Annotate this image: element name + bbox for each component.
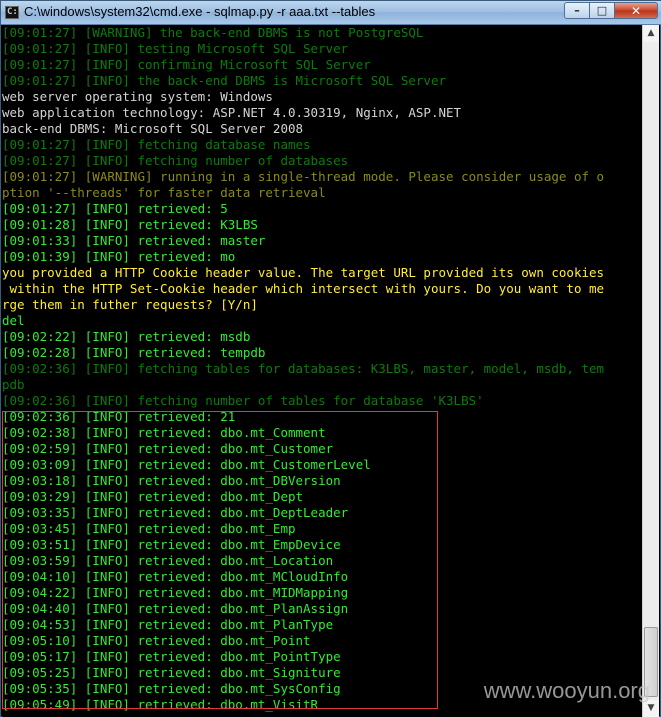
vertical-scrollbar[interactable]: ▲ ▼ bbox=[642, 25, 659, 717]
console-line: [09:04:53] [INFO] retrieved: dbo.mt_Plan… bbox=[2, 617, 334, 632]
console-line: [09:02:28] [INFO] retrieved: tempdb bbox=[2, 345, 266, 360]
cmd-window: C:\ C:\windows\system32\cmd.exe - sqlmap… bbox=[0, 0, 661, 717]
console-line: [09:02:22] [INFO] retrieved: msdb bbox=[2, 329, 251, 344]
console-line: [09:05:10] [INFO] retrieved: dbo.mt_Poin… bbox=[2, 633, 311, 648]
console-output[interactable]: [09:01:27] [WARNING] the back-end DBMS i… bbox=[2, 25, 644, 717]
console-line: [09:01:27] [INFO] retrieved: 5 bbox=[2, 201, 228, 216]
window-title: C:\windows\system32\cmd.exe - sqlmap.py … bbox=[24, 4, 376, 19]
watermark: www.wooyun.org bbox=[483, 678, 650, 703]
close-button[interactable]: ✕ bbox=[615, 2, 658, 19]
console-line: within the HTTP Set-Cookie header which … bbox=[2, 281, 605, 296]
scroll-up-arrow-icon[interactable]: ▲ bbox=[643, 25, 659, 42]
console-line: you provided a HTTP Cookie header value.… bbox=[2, 265, 605, 280]
window-controls: – □ ✕ bbox=[564, 2, 658, 20]
console-line: [09:04:40] [INFO] retrieved: dbo.mt_Plan… bbox=[2, 601, 349, 616]
console-line: [09:05:17] [INFO] retrieved: dbo.mt_Poin… bbox=[2, 649, 341, 664]
console-line: [09:01:27] [WARNING] running in a single… bbox=[2, 169, 605, 184]
console-line: web application technology: ASP.NET 4.0.… bbox=[2, 105, 462, 120]
console-line: [09:03:51] [INFO] retrieved: dbo.mt_EmpD… bbox=[2, 537, 341, 552]
console-line: [09:03:29] [INFO] retrieved: dbo.mt_Dept bbox=[2, 489, 304, 504]
console-line: [09:03:09] [INFO] retrieved: dbo.mt_Cust… bbox=[2, 457, 371, 472]
console-line: [09:01:27] [INFO] fetching number of dat… bbox=[2, 153, 349, 168]
console-line: [09:04:10] [INFO] retrieved: dbo.mt_MClo… bbox=[2, 569, 349, 584]
cmd-app-icon[interactable]: C:\ bbox=[5, 6, 23, 19]
maximize-icon: □ bbox=[596, 4, 608, 17]
console-line: [09:04:22] [INFO] retrieved: dbo.mt_MIDM… bbox=[2, 585, 349, 600]
console-line: [09:03:59] [INFO] retrieved: dbo.mt_Loca… bbox=[2, 553, 334, 568]
console-line: web server operating system: Windows bbox=[2, 89, 273, 104]
console-line: [09:01:27] [INFO] confirming Microsoft S… bbox=[2, 57, 371, 72]
console-line: [09:02:36] [INFO] fetching number of tab… bbox=[2, 393, 484, 408]
maximize-button[interactable]: □ bbox=[590, 2, 615, 19]
console-line: [09:01:39] [INFO] retrieved: mo bbox=[2, 249, 236, 264]
close-icon: ✕ bbox=[630, 3, 642, 18]
console-line: [09:01:27] [INFO] the back-end DBMS is M… bbox=[2, 73, 447, 88]
console-line: del bbox=[2, 313, 25, 328]
minimize-button[interactable]: – bbox=[564, 2, 590, 19]
console-line: [09:01:28] [INFO] retrieved: K3LBS bbox=[2, 217, 258, 232]
console-line: ption '--threads' for faster data retrie… bbox=[2, 185, 326, 200]
title-bar[interactable]: C:\ C:\windows\system32\cmd.exe - sqlmap… bbox=[1, 1, 661, 25]
console-line: [09:01:27] [WARNING] the back-end DBMS i… bbox=[2, 25, 424, 40]
console-line: [09:02:36] [INFO] fetching tables for da… bbox=[2, 361, 605, 376]
console-line: [09:02:59] [INFO] retrieved: dbo.mt_Cust… bbox=[2, 441, 334, 456]
console-line: back-end DBMS: Microsoft SQL Server 2008 bbox=[2, 121, 304, 136]
console-line: [09:03:18] [INFO] retrieved: dbo.mt_DBVe… bbox=[2, 473, 341, 488]
console-line: [09:03:45] [INFO] retrieved: dbo.mt_Emp bbox=[2, 521, 296, 536]
console-line: rge them in futher requests? [Y/n] bbox=[2, 297, 258, 312]
console-line: [09:02:36] [INFO] retrieved: 21 bbox=[2, 409, 236, 424]
console-line: [09:01:27] [INFO] fetching database name… bbox=[2, 137, 311, 152]
console-line: [09:01:27] [INFO] testing Microsoft SQL … bbox=[2, 41, 349, 56]
console-line: [09:03:35] [INFO] retrieved: dbo.mt_Dept… bbox=[2, 505, 349, 520]
console-line: pdb bbox=[2, 377, 25, 392]
minimize-icon: – bbox=[574, 4, 580, 17]
console-line: [09:02:38] [INFO] retrieved: dbo.mt_Comm… bbox=[2, 425, 326, 440]
console-line: [09:01:33] [INFO] retrieved: master bbox=[2, 233, 266, 248]
